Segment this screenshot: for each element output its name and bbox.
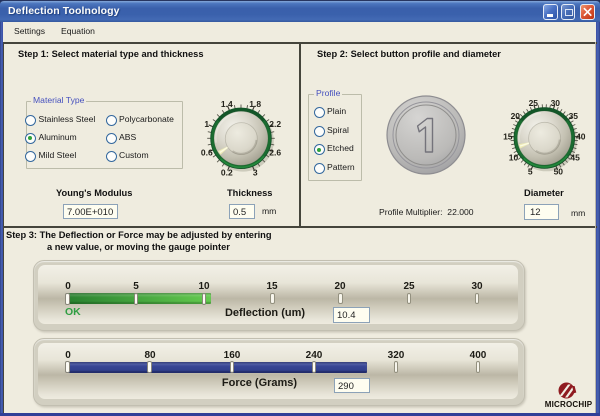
svg-text:2.2: 2.2	[269, 119, 281, 129]
svg-text:2.6: 2.6	[269, 148, 281, 158]
svg-text:1.4: 1.4	[221, 99, 233, 109]
svg-text:1.8: 1.8	[249, 99, 261, 109]
svg-text:15: 15	[503, 131, 513, 141]
svg-text:25: 25	[529, 98, 539, 108]
svg-text:40: 40	[576, 131, 586, 141]
svg-text:30: 30	[551, 98, 561, 108]
svg-text:5: 5	[528, 167, 533, 177]
svg-text:10: 10	[509, 153, 519, 163]
svg-text:1: 1	[204, 119, 209, 129]
svg-text:35: 35	[569, 111, 579, 121]
svg-text:50: 50	[554, 167, 564, 177]
svg-text:0.2: 0.2	[221, 168, 233, 178]
svg-text:3: 3	[253, 168, 258, 178]
svg-text:20: 20	[511, 111, 521, 121]
svg-text:45: 45	[570, 153, 580, 163]
svg-text:0.6: 0.6	[201, 148, 213, 158]
